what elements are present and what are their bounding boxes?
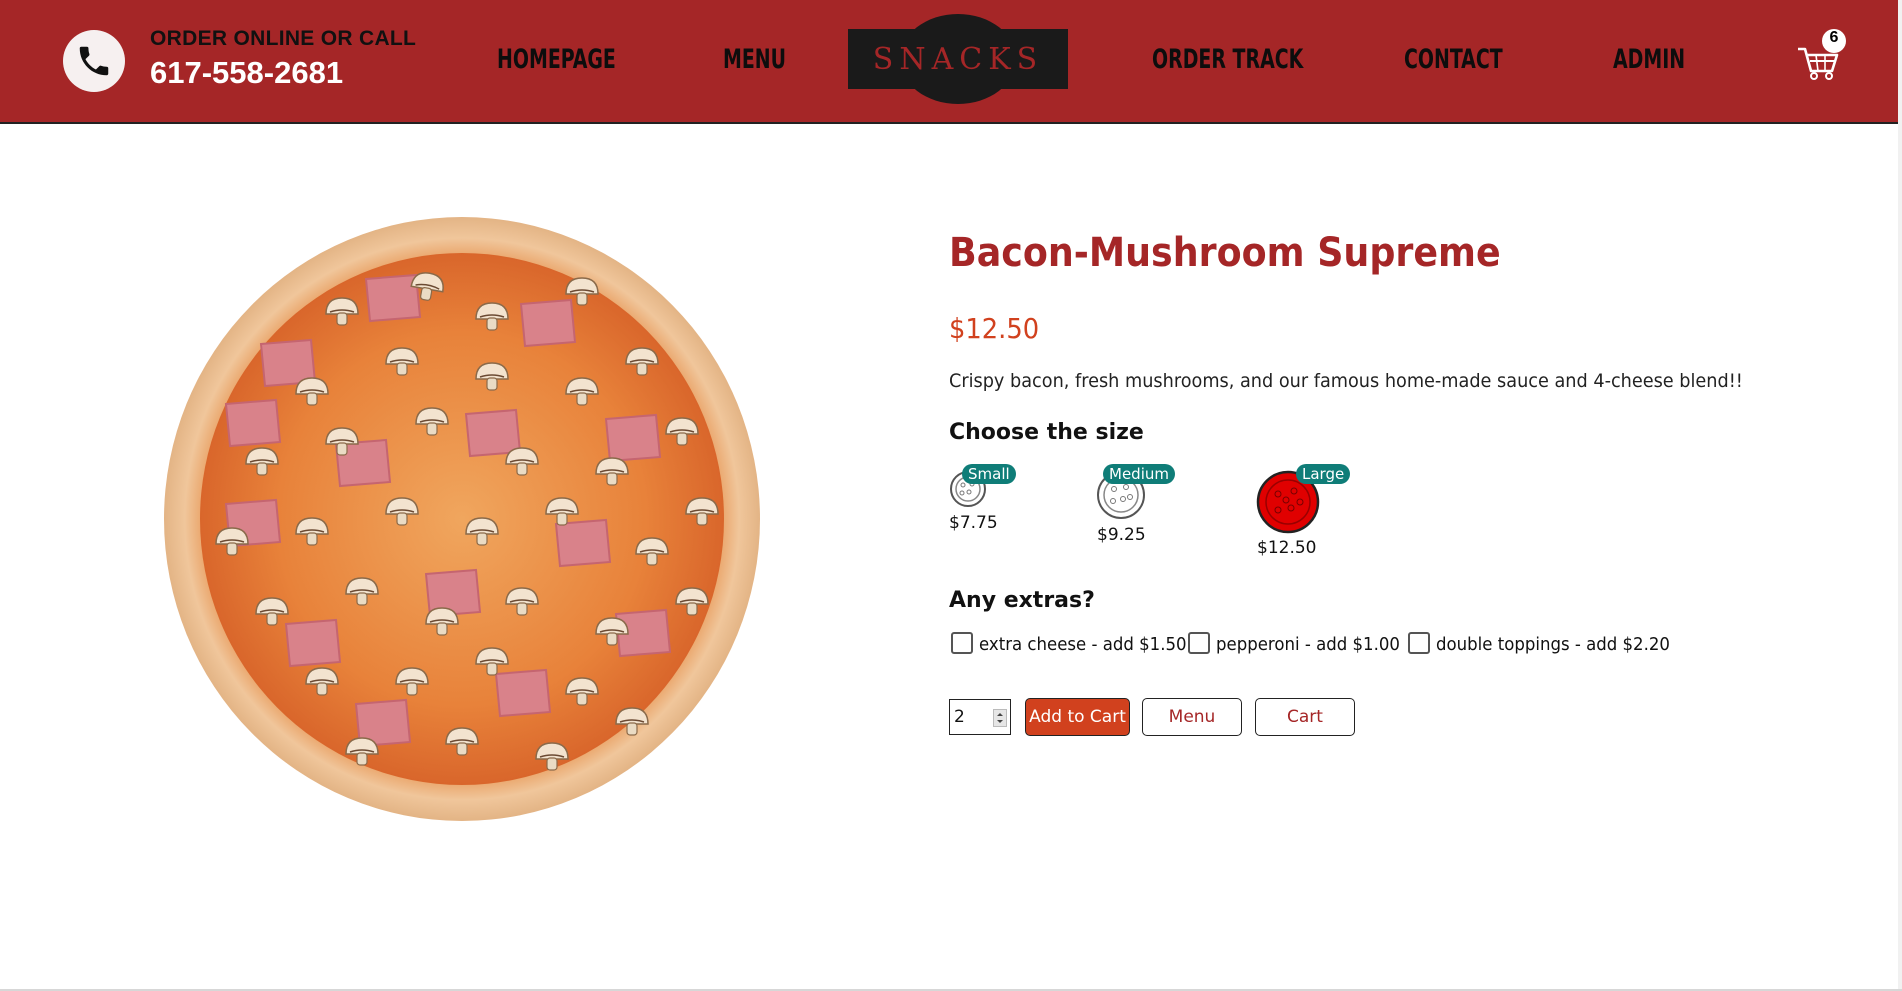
stepper-arrows-icon [997, 713, 1003, 723]
size-small-price: $7.75 [949, 513, 998, 533]
quantity-stepper[interactable] [993, 709, 1007, 727]
phone-button[interactable] [63, 30, 125, 92]
nav-contact[interactable]: CONTACT [1404, 44, 1503, 75]
quantity-value: 2 [954, 707, 965, 727]
size-large-price: $12.50 [1257, 538, 1317, 558]
menu-button[interactable]: Menu [1142, 698, 1242, 736]
nav-homepage[interactable]: HOMEPAGE [497, 44, 616, 75]
size-medium-badge: Medium [1103, 464, 1175, 484]
nav-order-track[interactable]: ORDER TRACK [1152, 44, 1303, 75]
extras-heading: Any extras? [949, 588, 1095, 613]
call-label: ORDER ONLINE OR CALL [150, 27, 417, 50]
page: ORDER ONLINE OR CALL 617-558-2681 HOMEPA… [0, 0, 1898, 989]
quantity-input[interactable]: 2 [949, 699, 1011, 735]
extra-double-toppings-label: double toppings - add $2.20 [1436, 634, 1670, 655]
cart-count-badge: 6 [1822, 29, 1846, 53]
logo[interactable]: SNACKS [848, 13, 1068, 105]
pizza-image [164, 217, 760, 821]
size-heading: Choose the size [949, 420, 1144, 445]
navbar: ORDER ONLINE OR CALL 617-558-2681 HOMEPA… [0, 0, 1898, 124]
extra-pepperoni-checkbox[interactable] [1188, 632, 1210, 654]
size-medium-price: $9.25 [1097, 525, 1146, 545]
extra-cheese-label: extra cheese - add $1.50 [979, 634, 1187, 655]
size-small-badge: Small [962, 464, 1016, 484]
phone-icon [79, 46, 109, 76]
add-to-cart-button[interactable]: Add to Cart [1025, 698, 1130, 736]
scrollbar-track[interactable] [1898, 0, 1902, 991]
extra-cheese-checkbox[interactable] [951, 632, 973, 654]
extra-pepperoni-label: pepperoni - add $1.00 [1216, 634, 1400, 655]
phone-number[interactable]: 617-558-2681 [150, 55, 343, 91]
snacks-logo: SNACKS [848, 14, 1068, 104]
nav-admin[interactable]: ADMIN [1613, 44, 1685, 75]
logo-text: SNACKS [873, 42, 1043, 77]
product-title: Bacon-Mushroom Supreme [949, 230, 1501, 276]
product-description: Crispy bacon, fresh mushrooms, and our f… [949, 370, 1743, 392]
product-price: $12.50 [949, 312, 1040, 345]
size-large-badge: Large [1296, 464, 1351, 484]
cart-link-button[interactable]: Cart [1255, 698, 1355, 736]
nav-menu[interactable]: MENU [723, 44, 786, 75]
extra-double-toppings-checkbox[interactable] [1408, 632, 1430, 654]
